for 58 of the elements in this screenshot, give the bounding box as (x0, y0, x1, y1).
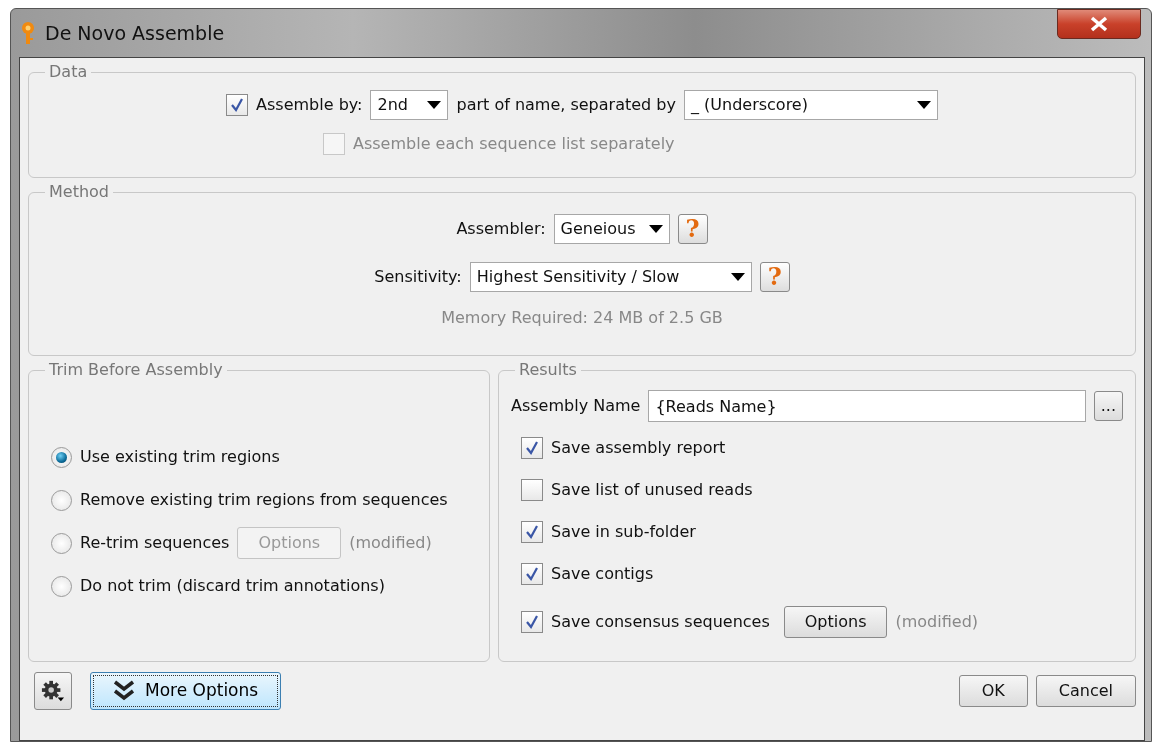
checkbox-label: Save list of unused reads (551, 479, 753, 501)
checkbox[interactable] (521, 437, 543, 459)
label: Assembler: (456, 218, 546, 240)
radio-button[interactable] (51, 575, 72, 597)
double-chevron-icon (113, 680, 135, 702)
browse-button[interactable]: ... (1093, 391, 1123, 421)
options-button[interactable]: Options (783, 606, 888, 638)
modified-note: (modified) (895, 611, 979, 633)
dropdown[interactable]: 2nd (370, 90, 449, 120)
dropdown[interactable]: Geneious (553, 214, 670, 244)
assembly-name-field[interactable]: {Reads Name} (648, 390, 1086, 422)
settings-icon (41, 679, 65, 703)
caret-icon (730, 273, 745, 281)
caret-icon (916, 101, 931, 109)
label: Sensitivity: (374, 266, 462, 288)
app-icon (21, 21, 35, 45)
modified-note: (modified) (349, 532, 432, 554)
checkbox[interactable] (521, 521, 543, 543)
dropdown[interactable]: Highest Sensitivity / Slow (469, 262, 752, 292)
window-title: De Novo Assemble (45, 20, 225, 46)
close-button[interactable] (1057, 9, 1141, 39)
group-title: Trim Before Assembly (48, 362, 224, 378)
checkbox[interactable] (226, 94, 249, 116)
caret-icon (427, 101, 442, 109)
check-icon (524, 440, 540, 456)
radio-label: Do not trim (discard trim annotations) (80, 575, 385, 597)
group-title: Method (48, 184, 110, 200)
radio-button[interactable] (51, 489, 72, 511)
radio-button[interactable] (51, 532, 72, 554)
label: Assembly Name (511, 395, 641, 417)
checkbox[interactable] (521, 479, 543, 501)
checkbox-label: Assemble each sequence list separately (353, 133, 675, 155)
cancel-button[interactable]: Cancel (1035, 675, 1136, 707)
radio-label: Re-trim sequences (80, 532, 230, 554)
check-icon (229, 97, 246, 113)
group-title: Data (48, 64, 89, 80)
memory-text: Memory Required: 24 MB of 2.5 GB (441, 307, 723, 329)
radio-label: Use existing trim regions (80, 446, 280, 468)
checkbox[interactable] (521, 563, 543, 585)
dropdown[interactable]: _ (Underscore) (683, 90, 938, 120)
radio-label: Remove existing trim regions from sequences (80, 489, 448, 511)
checkbox-label: Save in sub-folder (551, 521, 696, 543)
label: part of name, separated by (456, 94, 676, 116)
checkbox-label: Save consensus sequences (551, 611, 770, 633)
check-icon (524, 566, 540, 582)
checkbox-label: Save contigs (551, 563, 654, 585)
check-icon (524, 524, 540, 540)
ok-button[interactable]: OK (958, 675, 1028, 707)
settings-button[interactable] (34, 672, 72, 710)
more-options-button[interactable]: More Options (90, 672, 282, 710)
close-icon (1089, 16, 1109, 32)
checkbox[interactable] (521, 611, 543, 633)
check-icon (524, 614, 540, 630)
checkbox-label: Assemble by: (256, 94, 363, 116)
group-title: Results (518, 362, 578, 378)
checkbox-label: Save assembly report (551, 437, 726, 459)
radio-button[interactable] (51, 446, 72, 468)
caret-icon (648, 225, 663, 233)
